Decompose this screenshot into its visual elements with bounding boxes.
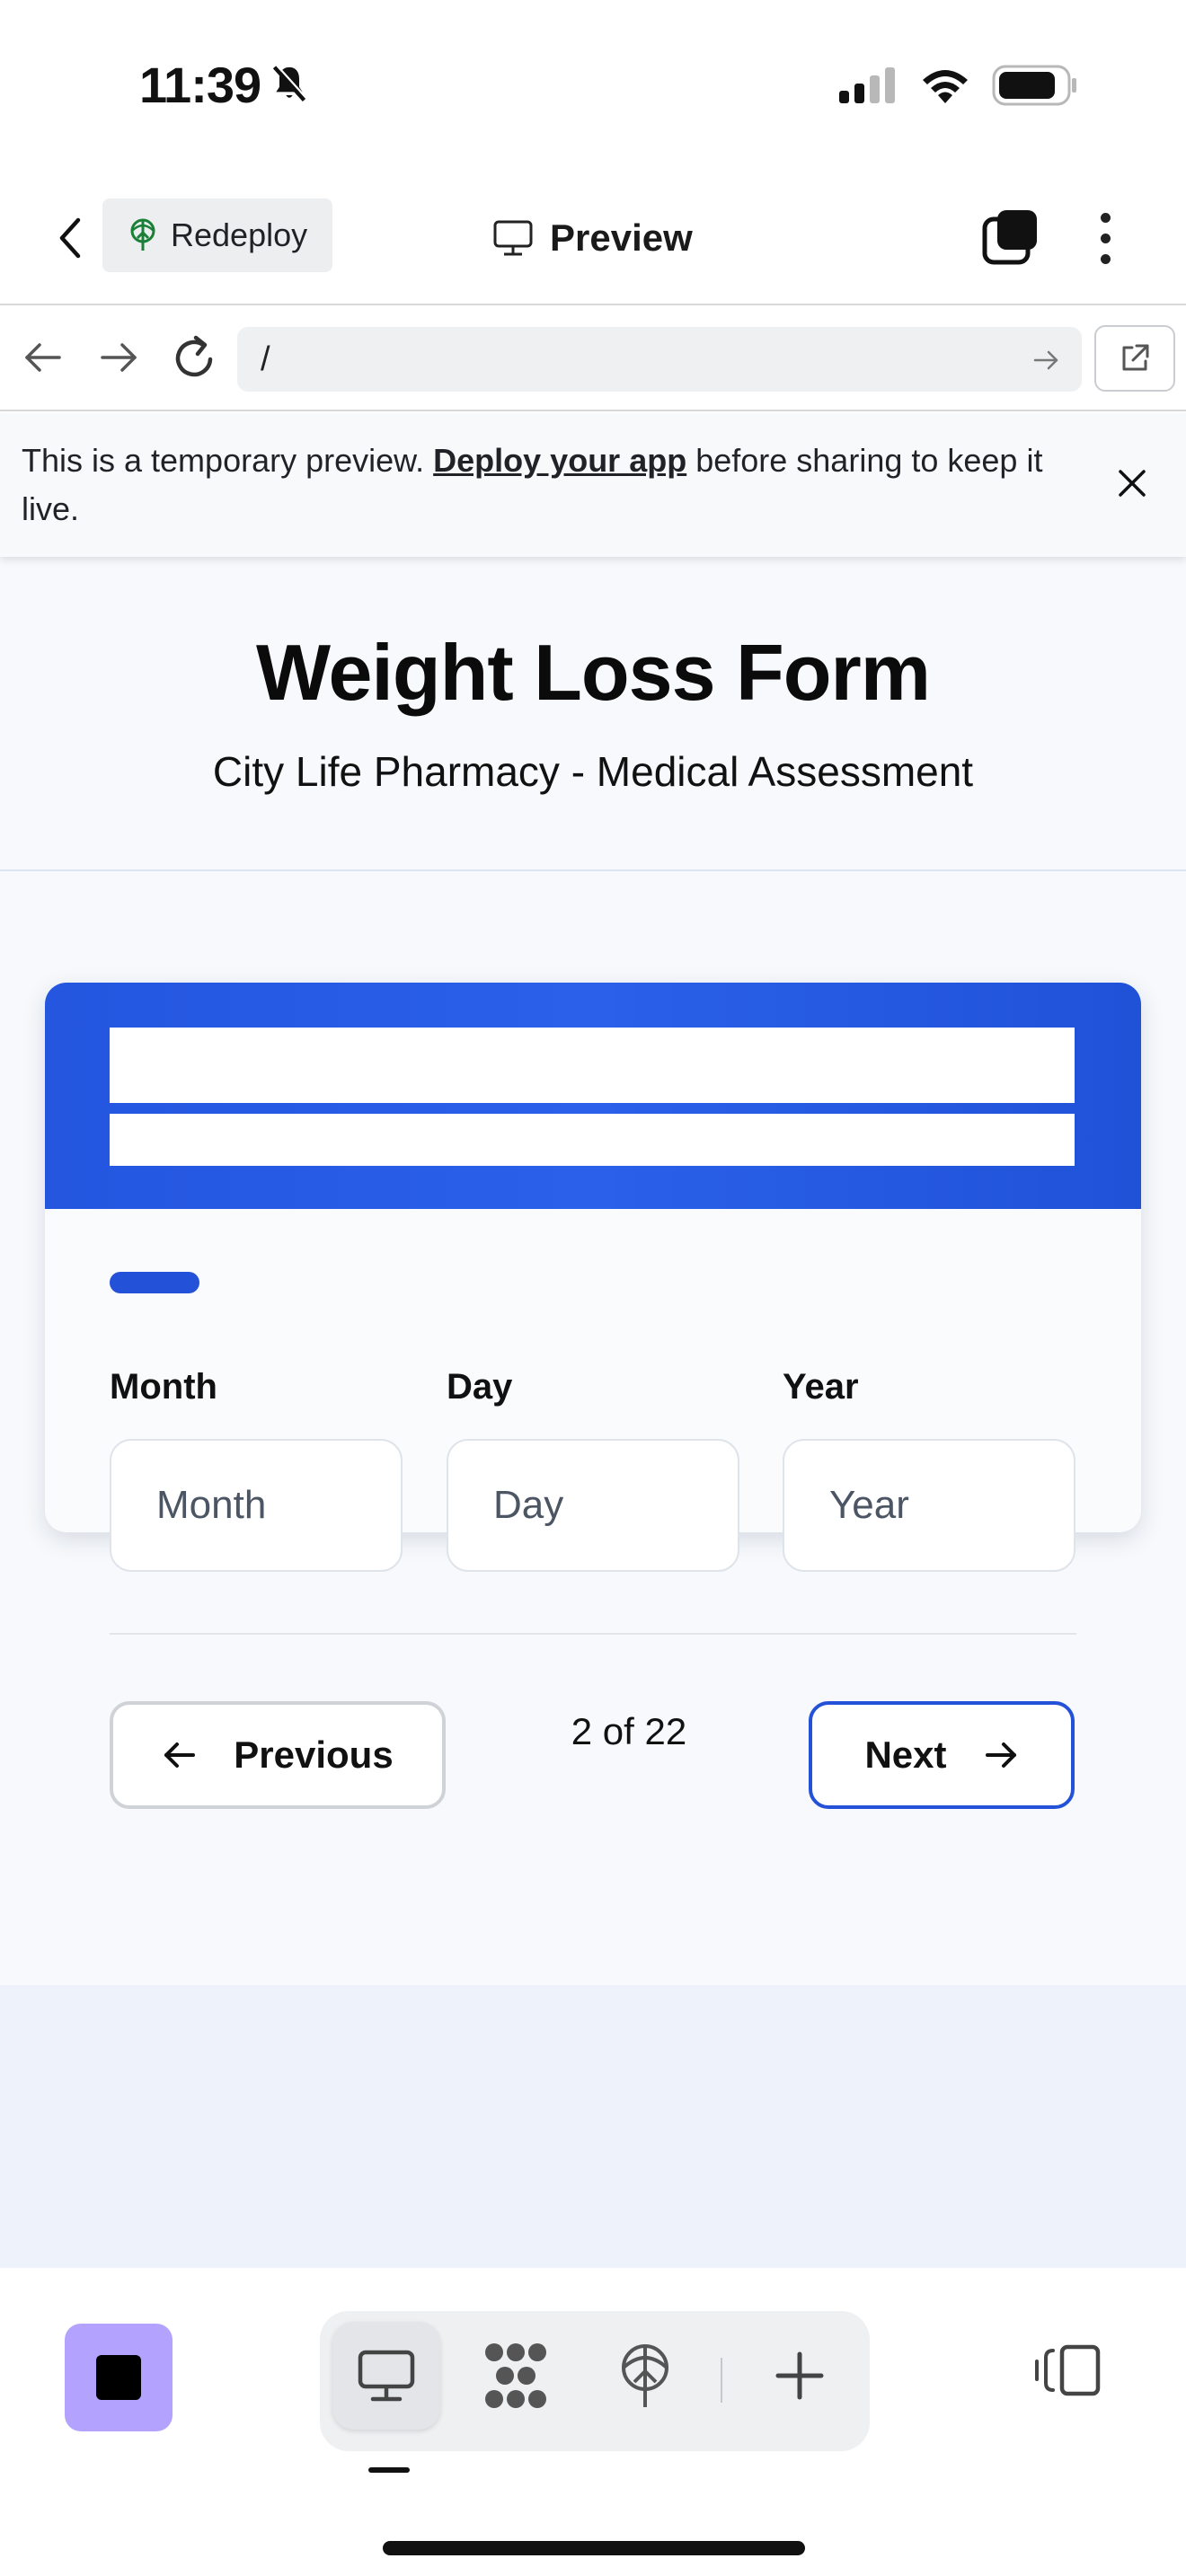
active-tab-indicator bbox=[368, 2467, 410, 2473]
nav-back-button[interactable] bbox=[20, 332, 68, 387]
status-time: 11:39 bbox=[139, 56, 309, 114]
arrow-left-icon bbox=[164, 1742, 196, 1768]
year-label: Year bbox=[783, 1367, 859, 1407]
previous-label: Previous bbox=[234, 1734, 394, 1776]
previous-button[interactable]: Previous bbox=[110, 1701, 446, 1809]
deploy-tab[interactable] bbox=[591, 2322, 699, 2430]
month-label: Month bbox=[110, 1367, 217, 1407]
go-button[interactable] bbox=[1030, 345, 1062, 384]
arrow-left-icon bbox=[25, 343, 61, 372]
day-field-group: Day Day bbox=[447, 1365, 739, 1572]
more-options-icon[interactable] bbox=[1087, 207, 1123, 269]
view-switcher bbox=[320, 2311, 870, 2451]
banner-close-button[interactable] bbox=[1107, 458, 1157, 508]
question-hint: Please select your date of birth bbox=[110, 1114, 1075, 1166]
stop-icon bbox=[96, 2355, 141, 2400]
battery-icon bbox=[992, 65, 1076, 106]
day-input[interactable]: Day bbox=[447, 1439, 739, 1572]
form-subtitle: City Life Pharmacy - Medical Assessment bbox=[212, 748, 974, 795]
preview-tab[interactable] bbox=[332, 2322, 440, 2430]
back-button[interactable] bbox=[43, 207, 97, 269]
wifi-icon bbox=[923, 70, 968, 103]
reload-icon bbox=[175, 335, 213, 377]
nav-forward-button[interactable] bbox=[93, 332, 142, 387]
month-input[interactable]: Month bbox=[110, 1439, 403, 1572]
reload-button[interactable] bbox=[169, 329, 221, 391]
agent-icon bbox=[485, 2343, 546, 2408]
arrow-right-icon bbox=[101, 343, 137, 372]
tabs-button[interactable] bbox=[981, 208, 1039, 270]
month-field-group: Month Month bbox=[110, 1365, 403, 1572]
home-indicator bbox=[383, 2541, 805, 2555]
day-label: Day bbox=[447, 1367, 513, 1407]
browser-toolbar: / bbox=[0, 305, 1186, 411]
app-header: Redeploy Preview bbox=[0, 171, 1186, 305]
deploy-icon bbox=[130, 218, 155, 251]
chevron-left-icon bbox=[59, 217, 81, 259]
next-button[interactable]: Next bbox=[809, 1701, 1075, 1809]
progress-indicator bbox=[110, 1272, 199, 1293]
arrow-right-small-icon bbox=[1033, 350, 1058, 370]
open-external-button[interactable] bbox=[1094, 325, 1175, 392]
deploy-icon bbox=[622, 2344, 668, 2407]
next-label: Next bbox=[864, 1734, 947, 1776]
add-tab-button[interactable] bbox=[746, 2322, 854, 2430]
cellular-signal-icon bbox=[839, 67, 895, 103]
temporary-preview-banner: This is a temporary preview. Deploy your… bbox=[0, 413, 1186, 557]
web-footer bbox=[0, 1985, 1186, 2268]
monitor-icon bbox=[358, 2350, 415, 2402]
switcher-separator bbox=[721, 2358, 722, 2403]
agent-tab[interactable] bbox=[462, 2322, 570, 2430]
card-divider bbox=[110, 1633, 1076, 1635]
year-input[interactable]: Year bbox=[783, 1439, 1075, 1572]
tabs-icon bbox=[982, 210, 1037, 265]
question-card-header: What is your date of birth? Please selec… bbox=[45, 983, 1141, 1209]
form-title: Weight Loss Form bbox=[256, 628, 931, 717]
deploy-app-link[interactable]: Deploy your app bbox=[433, 442, 686, 479]
status-indicators bbox=[837, 65, 1078, 106]
url-input[interactable]: / bbox=[237, 327, 1082, 392]
preview-title-text: Preview bbox=[550, 216, 693, 259]
toggle-panel-button[interactable] bbox=[1033, 2342, 1102, 2404]
banner-text: This is a temporary preview. Deploy your… bbox=[22, 437, 1073, 534]
plus-icon bbox=[775, 2351, 824, 2400]
preview-title: Preview bbox=[492, 207, 693, 269]
monitor-icon bbox=[493, 220, 533, 256]
question-title: What is your date of birth? bbox=[110, 1028, 1075, 1103]
redeploy-label: Redeploy bbox=[171, 216, 308, 253]
status-time-text: 11:39 bbox=[139, 57, 261, 113]
page-counter: 2 of 22 bbox=[571, 1710, 687, 1752]
status-bar: 11:39 bbox=[0, 0, 1186, 171]
redeploy-button[interactable]: Redeploy bbox=[102, 198, 333, 272]
panel-toggle-icon bbox=[1035, 2344, 1101, 2396]
url-text: / bbox=[261, 340, 270, 378]
close-icon bbox=[1119, 470, 1146, 497]
year-field-group: Year Year bbox=[783, 1365, 1075, 1572]
banner-text-before: This is a temporary preview. bbox=[22, 442, 434, 479]
external-link-icon bbox=[1122, 344, 1149, 371]
stop-button[interactable] bbox=[65, 2324, 173, 2431]
form-header: Weight Loss Form City Life Pharmacy - Me… bbox=[0, 557, 1186, 871]
bell-muted-icon bbox=[273, 64, 308, 101]
arrow-right-icon bbox=[985, 1742, 1016, 1768]
bottom-toolbar bbox=[0, 2268, 1186, 2576]
